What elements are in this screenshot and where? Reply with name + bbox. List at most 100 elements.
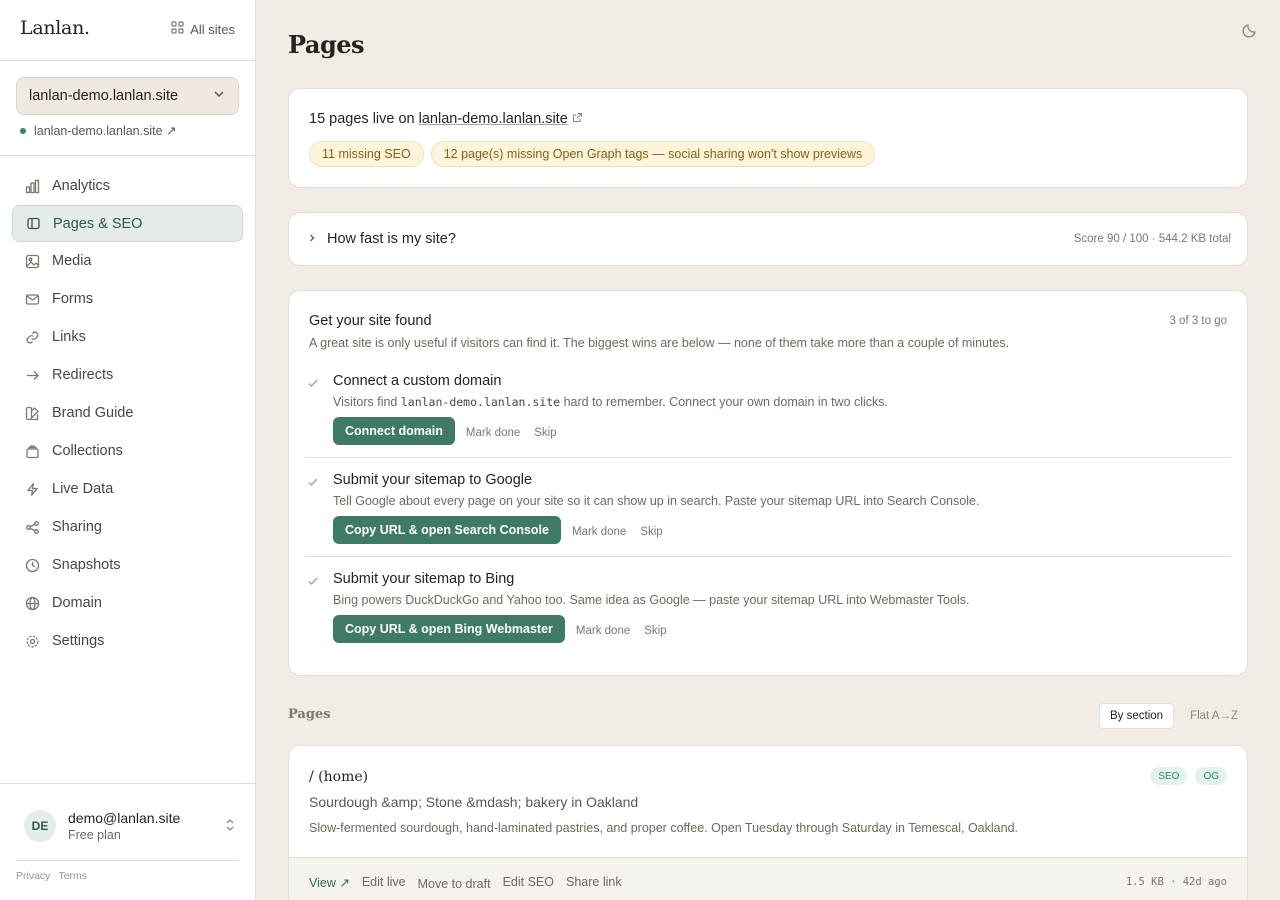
share-link[interactable]: Share link	[566, 875, 622, 891]
missing-seo-chip[interactable]: 11 missing SEO	[309, 141, 424, 167]
moon-icon[interactable]	[1242, 22, 1258, 43]
missing-og-chip[interactable]: 12 page(s) missing Open Graph tags — soc…	[430, 141, 876, 167]
get-found-count: 3 of 3 to go	[1169, 315, 1227, 327]
step-custom-domain: Connect a custom domain Visitors find la…	[305, 373, 1231, 453]
page-actions: View ↗ Edit live Move to draft Edit SEO …	[309, 875, 622, 891]
get-found-card: Get your site found 3 of 3 to go A great…	[288, 290, 1248, 676]
page-path: / (home)	[309, 769, 369, 785]
open-search-console-button[interactable]: Copy URL & open Search Console	[333, 516, 561, 544]
chevron-up-down-icon	[225, 818, 235, 835]
legal-links: Privacy Terms	[16, 870, 87, 882]
sidebar-item-pages-seo[interactable]: Pages & SEO	[12, 205, 243, 242]
sidebar-item-label: Live Data	[52, 481, 114, 497]
user-menu[interactable]: DE demo@lanlan.site Free plan	[24, 810, 235, 842]
site-select[interactable]: lanlan-demo.lanlan.site	[16, 77, 239, 115]
all-sites-label: All sites	[190, 21, 235, 37]
link-icon	[24, 329, 40, 345]
sidebar-item-label: Links	[52, 329, 86, 345]
main-content: Pages 15 pages live on lanlan-demo.lanla…	[256, 0, 1280, 900]
avatar: DE	[24, 810, 56, 842]
step-description: Bing powers DuckDuckGo and Yahoo too. Sa…	[333, 593, 970, 607]
speed-question: How fast is my site?	[327, 231, 456, 247]
external-link-icon	[572, 111, 583, 127]
page-card-home: / (home) SEO OG Sourdough &amp; Stone &m…	[288, 745, 1248, 900]
edit-seo-link[interactable]: Edit SEO	[503, 875, 554, 891]
sidebar-item-sharing[interactable]: Sharing	[12, 508, 243, 546]
clock-icon	[24, 557, 40, 573]
sidebar-item-media[interactable]: Media	[12, 242, 243, 280]
mark-done-button[interactable]: Mark done	[463, 427, 523, 439]
flat-az-button[interactable]: Flat A→Z	[1180, 703, 1248, 729]
user-info: demo@lanlan.site Free plan	[68, 810, 225, 842]
sidebar-item-forms[interactable]: Forms	[12, 280, 243, 318]
user-email: demo@lanlan.site	[68, 810, 181, 826]
chevron-right-icon	[307, 231, 317, 247]
sidebar-item-brand-guide[interactable]: Brand Guide	[12, 394, 243, 432]
sidebar-item-label: Redirects	[52, 367, 114, 383]
mark-done-button[interactable]: Mark done	[573, 625, 633, 637]
by-section-button[interactable]: By section	[1099, 703, 1175, 729]
step-actions: Connect domain Mark done Skip	[333, 417, 560, 445]
sidebar-item-analytics[interactable]: Analytics	[12, 167, 243, 205]
mail-icon	[24, 291, 40, 307]
sidebar-item-label: Domain	[52, 595, 102, 611]
site-switcher: lanlan-demo.lanlan.site lanlan-demo.lanl…	[0, 61, 255, 156]
move-to-draft-link[interactable]: Move to draft	[418, 877, 491, 891]
edit-live-link[interactable]: Edit live	[362, 875, 406, 891]
sidebar-item-label: Sharing	[52, 519, 102, 535]
share-icon	[24, 519, 40, 535]
sidebar-item-label: Settings	[52, 633, 105, 649]
site-select-value: lanlan-demo.lanlan.site	[29, 88, 179, 104]
bolt-icon	[24, 481, 40, 497]
page-title: Pages	[288, 30, 365, 59]
speed-score: Score 90 / 100 · 544.2 KB total	[1073, 233, 1231, 245]
check-icon	[307, 575, 319, 590]
skip-button[interactable]: Skip	[641, 625, 669, 637]
sidebar-footer: DE demo@lanlan.site Free plan Privacy Te…	[0, 783, 255, 900]
page-icon	[25, 216, 41, 232]
sidebar-item-label: Analytics	[52, 178, 111, 194]
palette-icon	[24, 405, 40, 421]
chevron-down-icon	[212, 87, 226, 105]
all-sites-link[interactable]: All sites	[171, 21, 235, 37]
step-description: Tell Google about every page on your sit…	[333, 494, 980, 508]
summary-card: 15 pages live on lanlan-demo.lanlan.site…	[288, 88, 1248, 188]
speed-toggle[interactable]: How fast is my site?	[307, 231, 456, 247]
status-dot	[20, 127, 26, 134]
terms-link[interactable]: Terms	[58, 870, 87, 882]
skip-button[interactable]: Skip	[637, 526, 665, 538]
sidebar-item-redirects[interactable]: Redirects	[12, 356, 243, 394]
privacy-link[interactable]: Privacy	[16, 870, 50, 882]
sidebar-item-snapshots[interactable]: Snapshots	[12, 546, 243, 584]
view-mode-toggle: By section Flat A→Z	[1099, 703, 1248, 729]
step-description: Visitors find lanlan-demo.lanlan.site ha…	[333, 395, 889, 409]
sidebar-header: Lanlan. All sites	[0, 0, 255, 61]
connect-domain-button[interactable]: Connect domain	[333, 417, 455, 445]
view-page-link[interactable]: View ↗	[309, 875, 350, 891]
sidebar: Lanlan. All sites lanlan-demo.lanlan.sit…	[0, 0, 256, 900]
mark-done-button[interactable]: Mark done	[569, 526, 629, 538]
sidebar-item-settings[interactable]: Settings	[12, 622, 243, 660]
sidebar-item-links[interactable]: Links	[12, 318, 243, 356]
speed-card[interactable]: How fast is my site? Score 90 / 100 · 54…	[288, 212, 1248, 266]
skip-button[interactable]: Skip	[531, 427, 559, 439]
live-site-link[interactable]: lanlan-demo.lanlan.site ↗	[20, 123, 177, 138]
step-actions: Copy URL & open Search Console Mark done…	[333, 516, 666, 544]
image-icon	[24, 253, 40, 269]
get-found-subtitle: A great site is only useful if visitors …	[309, 336, 1010, 350]
page-card-footer: View ↗ Edit live Move to draft Edit SEO …	[289, 857, 1247, 900]
open-bing-webmaster-button[interactable]: Copy URL & open Bing Webmaster	[333, 615, 565, 643]
page-seo-title: Sourdough &amp; Stone &mdash; bakery in …	[309, 794, 639, 810]
sidebar-item-label: Pages & SEO	[53, 215, 143, 232]
arrow-right-icon	[24, 367, 40, 383]
live-domain-link[interactable]: lanlan-demo.lanlan.site	[419, 111, 568, 127]
sidebar-item-domain[interactable]: Domain	[12, 584, 243, 622]
sidebar-item-collections[interactable]: Collections	[12, 432, 243, 470]
sidebar-item-live-data[interactable]: Live Data	[12, 470, 243, 508]
live-summary-prefix: 15 pages live on	[309, 111, 419, 127]
step-title: Connect a custom domain	[333, 373, 502, 389]
og-badge: OG	[1195, 767, 1227, 785]
step-bing-sitemap: Submit your sitemap to Bing Bing powers …	[305, 571, 1231, 651]
logo[interactable]: Lanlan.	[20, 17, 90, 39]
gear-icon	[24, 633, 40, 649]
